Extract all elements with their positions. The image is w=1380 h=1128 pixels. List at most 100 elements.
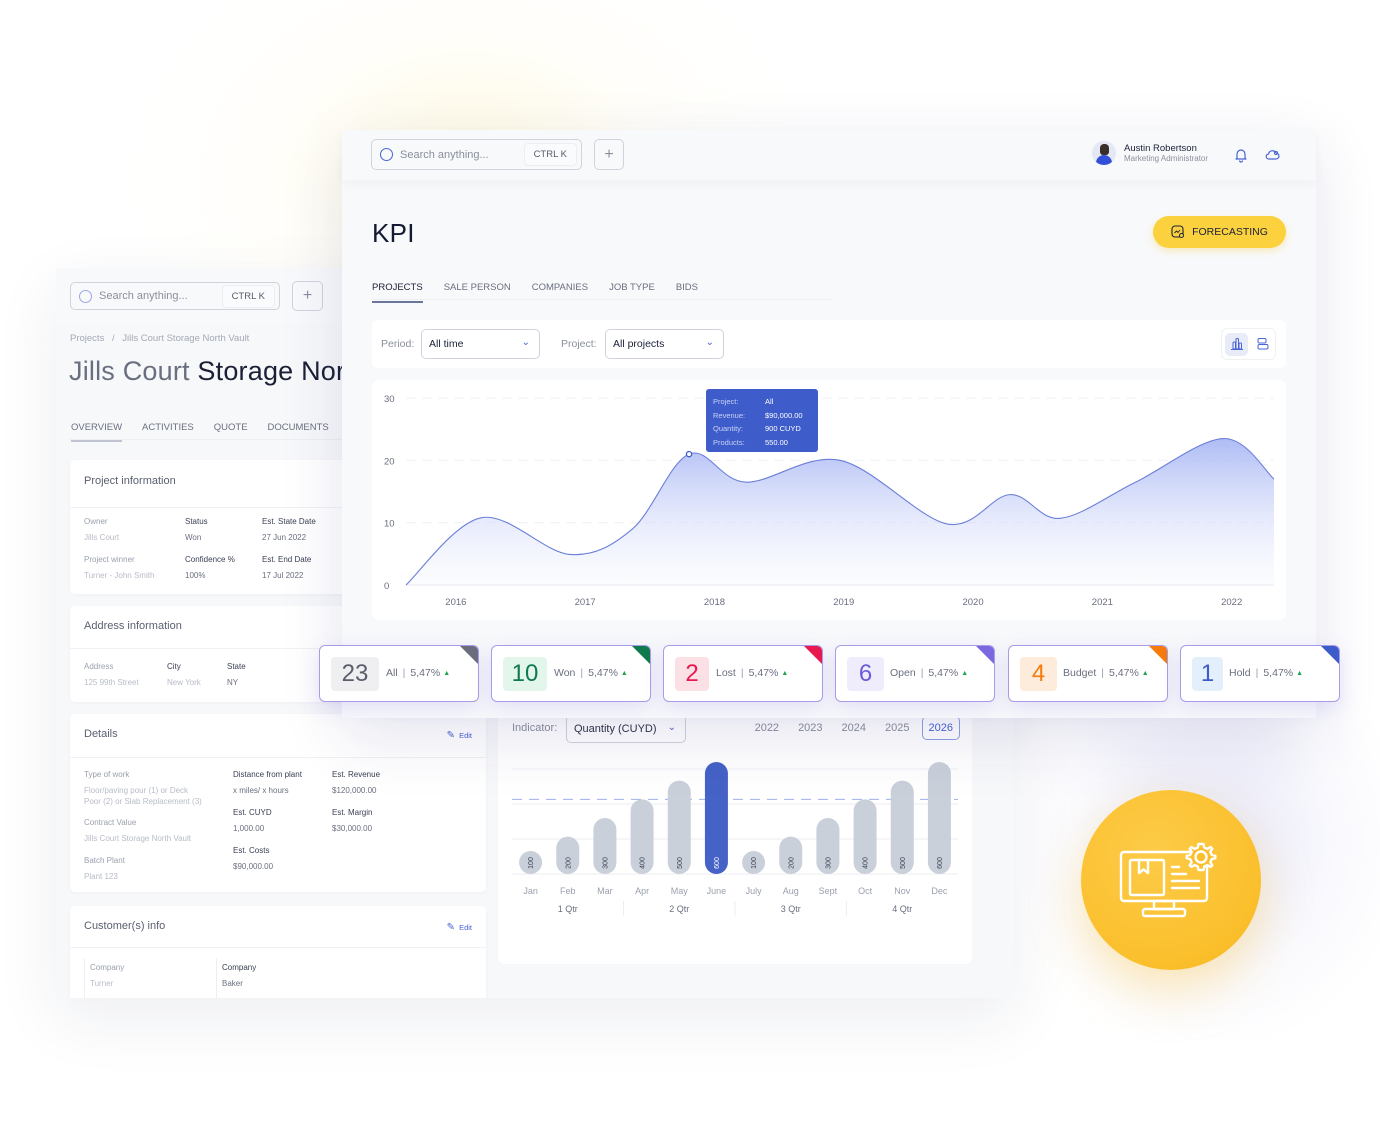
field-value: $90,000.00 [233, 862, 274, 871]
card-title: Address information [84, 620, 182, 632]
stat-count: 6 [847, 657, 884, 691]
card-divider [70, 757, 486, 758]
pencil-icon: ✎ [446, 730, 456, 741]
user-profile[interactable]: Austin Robertson Marketing Administrator [1092, 141, 1208, 165]
search-icon [79, 289, 92, 303]
search-placeholder: Search anything... [400, 148, 489, 161]
field-label: Contract Value [84, 818, 137, 827]
monthly-quantity-panel: Indicator: Quantity (CUYD) ⌄ 2022 2023 2… [498, 704, 972, 964]
chevron-down-icon: ⌄ [705, 337, 714, 348]
x-tick-label: 2022 [1221, 597, 1242, 608]
stat-card-open[interactable]: 6 Open | 5,47% ▲ [835, 645, 995, 702]
year-tab[interactable]: 2024 [835, 716, 873, 740]
field-value: Turner [90, 979, 114, 988]
year-tab[interactable]: 2025 [878, 716, 916, 740]
horizontal-bar-icon [1257, 338, 1268, 350]
field-label: Project winner [84, 555, 135, 564]
bar-value-label: 100 [751, 857, 758, 869]
customers-info-card: Customer(s) info ✎ Edit Company Turner C… [70, 906, 486, 998]
card-divider [70, 947, 486, 948]
tooltip-row: Products: 550.00 [713, 436, 811, 450]
y-tick-label: 30 [384, 394, 395, 405]
status-corner [976, 646, 994, 664]
field-value: 27 Jun 2022 [262, 533, 307, 542]
y-tick-label: 10 [384, 519, 395, 530]
period-select[interactable]: All time ⌄ [421, 329, 540, 359]
field-label: Type of work [84, 770, 130, 779]
indicator-select[interactable]: Quantity (CUYD) ⌄ [566, 715, 686, 743]
trend-up-icon: ▲ [781, 670, 789, 677]
field-value: 17 Jul 2022 [262, 571, 304, 580]
search-input[interactable]: Search anything... CTRL K [371, 139, 582, 170]
highlighted-point [685, 450, 693, 458]
horizontal-bar-view-button[interactable] [1251, 333, 1274, 356]
card-title: Details [84, 728, 118, 740]
month-label: Oct [858, 886, 873, 896]
stat-change: 5,47% [588, 667, 618, 679]
stat-card-all[interactable]: 23 All | 5,47% ▲ [319, 645, 479, 702]
field-label: Est. Costs [233, 846, 270, 855]
bar-value-label: 100 [528, 857, 535, 869]
year-tab-active[interactable]: 2026 [921, 716, 960, 740]
user-role: Marketing Administrator [1124, 154, 1209, 163]
stat-count: 4 [1020, 657, 1057, 691]
field-value: 100% [185, 571, 206, 580]
tooltip-key: Project: [713, 397, 739, 406]
add-button[interactable]: + [594, 139, 624, 170]
field-label: City [167, 662, 181, 671]
cloud-gear-icon[interactable] [1265, 147, 1281, 163]
field-label: Address [84, 662, 114, 671]
tooltip-value: All [765, 397, 774, 406]
tabs-divider [372, 299, 832, 300]
search-input[interactable]: Search anything... CTRL K [70, 282, 280, 310]
x-tick-label: 2019 [833, 597, 854, 608]
tooltip-key: Products: [713, 437, 745, 447]
card-divider [70, 648, 360, 649]
kpi-line-chart-panel: 0 10 20 30 2016 2017 2018 2019 2020 2021 2022 Proj… [372, 380, 1286, 620]
bar-value-label: 300 [825, 857, 832, 869]
bar-value-label: 400 [640, 857, 647, 869]
card-title: Customer(s) info [84, 920, 166, 932]
x-tick-label: 2018 [704, 597, 725, 608]
bar-value-label: 200 [565, 857, 572, 869]
stat-change: 5,47% [1109, 667, 1139, 679]
status-corner [460, 646, 478, 664]
year-tab[interactable]: 2023 [791, 716, 829, 740]
field-label: State [227, 662, 246, 671]
edit-customers-link[interactable]: ✎ Edit [447, 922, 472, 933]
tooltip-key: Quantity: [713, 424, 744, 433]
add-button[interactable]: + [292, 281, 323, 311]
field-value: Won [185, 533, 202, 542]
stat-card-won[interactable]: 10 Won | 5,47% ▲ [491, 645, 651, 702]
stat-card-hold[interactable]: 1 Hold | 5,47% ▲ [1180, 645, 1340, 702]
column-divider-left [84, 958, 85, 998]
breadcrumb-projects[interactable]: Projects [70, 333, 104, 344]
chart-tooltip: Project: All Revenue: $90,000.00 Quantity:… [706, 389, 818, 452]
field-value: $120,000.00 [332, 786, 377, 795]
status-corner [1321, 646, 1339, 664]
product-config-badge [1081, 790, 1261, 970]
field-label: Status [185, 517, 208, 526]
status-summary-cards: 23 All | 5,47% ▲ 10 Won | 5,47% ▲ 2 Lost | 5,47%… [318, 640, 1340, 718]
x-tick-label: 2016 [445, 597, 466, 608]
field-value: Turner - John Smith [84, 571, 155, 580]
address-information-card: Address information Address 125 99th Str… [70, 606, 360, 702]
bar-chart-icon [1230, 338, 1243, 350]
forecasting-button[interactable]: FORECASTING [1153, 216, 1286, 248]
project-select[interactable]: All projects ⌄ [605, 329, 724, 359]
month-label: Sept [819, 886, 838, 896]
tooltip-value: 550.00 [765, 437, 788, 447]
stat-card-lost[interactable]: 2 Lost | 5,47% ▲ [663, 645, 823, 702]
field-label: Batch Plant [84, 856, 125, 865]
year-tab[interactable]: 2022 [748, 716, 786, 740]
field-value: Jills Court Storage North Vault [84, 834, 192, 843]
stat-card-budget[interactable]: 4 Budget | 5,47% ▲ [1008, 645, 1168, 702]
vertical-bar-view-button[interactable] [1225, 332, 1248, 356]
bell-icon[interactable] [1233, 147, 1249, 163]
quarter-label: 4 Qtr [892, 904, 912, 914]
month-label: Aug [783, 886, 799, 896]
card-divider [70, 507, 360, 508]
edit-details-link[interactable]: ✎ Edit [447, 730, 472, 741]
forecast-chart-icon [1171, 225, 1185, 238]
chevron-down-icon: ⌄ [521, 337, 530, 348]
